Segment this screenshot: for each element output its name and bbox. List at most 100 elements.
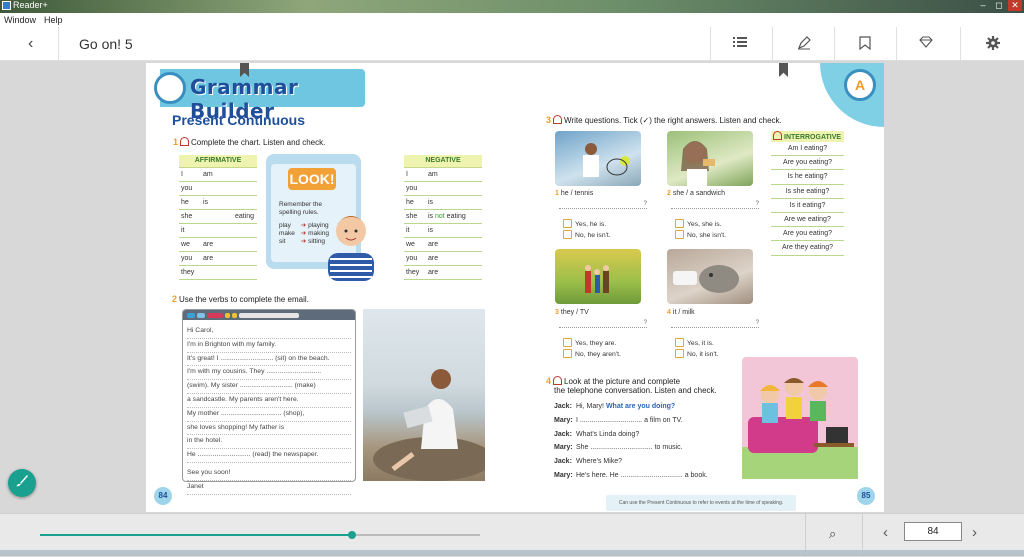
checkbox-yes[interactable]: Yes, she is.	[675, 219, 726, 230]
table-cell[interactable]: is	[201, 195, 233, 210]
checkbox-yes[interactable]: Yes, it is.	[675, 338, 719, 349]
back-button[interactable]: ‹	[28, 35, 33, 53]
table-cell[interactable]: is	[426, 195, 482, 210]
table-cell[interactable]: am	[201, 167, 233, 182]
close-button[interactable]: ✕	[1008, 0, 1022, 11]
table-row: we are	[404, 237, 482, 252]
next-page-button[interactable]: ›	[972, 524, 977, 541]
section-heading: Present Continuous	[172, 112, 306, 128]
table-cell[interactable]: are	[201, 251, 233, 266]
table-cell[interactable]	[426, 181, 482, 196]
table-cell[interactable]	[201, 223, 233, 238]
task-instruction: the telephone conversation. Listen and c…	[554, 386, 717, 395]
window-titlebar: Reader+ – ◻ ✕	[0, 0, 1024, 13]
checkbox-no[interactable]: No, he isn't.	[563, 230, 611, 241]
table-cell[interactable]	[233, 167, 257, 182]
menu-window[interactable]: Window	[4, 15, 36, 25]
table-cell[interactable]	[233, 237, 257, 252]
diamond-icon[interactable]	[918, 36, 934, 52]
restore-button[interactable]: ◻	[992, 0, 1006, 11]
interrogative-item: Is he eating?	[771, 170, 844, 185]
previous-page-button[interactable]: ‹	[883, 524, 888, 541]
table-cell[interactable]	[201, 209, 233, 224]
spelling-pairs: play ➜ playing make ➜ making sit ➜ sitting	[279, 222, 329, 246]
answer-line[interactable]: ?	[559, 201, 647, 209]
checkbox-no[interactable]: No, it isn't.	[675, 349, 719, 360]
picture-label-1: 1 he / tennis	[555, 190, 594, 197]
dialog-line: Mary: He's here. He .....................…	[554, 469, 708, 483]
headphones-icon[interactable]	[553, 115, 563, 124]
answer-line[interactable]: ?	[559, 320, 647, 328]
task-number: 2	[172, 294, 178, 304]
table-cell: he	[404, 195, 426, 210]
table-cell[interactable]: are	[426, 265, 482, 280]
phone-dialog: Jack: Hi, Mary! What are you doing? Mary: I…	[554, 400, 708, 483]
divider	[834, 27, 835, 61]
table-cell: I	[404, 167, 426, 182]
dialog-line: Mary: I ................................ …	[554, 414, 708, 428]
arrow-icon: ➜	[299, 238, 309, 245]
page-bookmark-icon[interactable]	[779, 63, 788, 77]
checkbox-no[interactable]: No, she isn't.	[675, 230, 726, 241]
menu-help[interactable]: Help	[44, 15, 63, 25]
minimize-button[interactable]: –	[976, 0, 990, 11]
task-instruction: Use the verbs to complete the email.	[179, 295, 309, 304]
email-line: He ............................ (read) t…	[187, 449, 351, 463]
answer-options-1: Yes, he is. No, he isn't.	[563, 219, 611, 241]
table-row: they	[179, 265, 257, 280]
gear-icon[interactable]	[985, 36, 1001, 52]
table-cell[interactable]	[201, 181, 233, 196]
table-cell[interactable]: are	[201, 237, 233, 252]
answer-line[interactable]: ?	[671, 320, 759, 328]
task-number: 4	[546, 376, 552, 386]
dialog-text: What's Linda doing?	[576, 430, 640, 438]
table-cell[interactable]	[233, 195, 257, 210]
ing-form: sitting	[308, 238, 326, 245]
table-cell[interactable]	[233, 265, 257, 280]
table-cell[interactable]: is	[426, 223, 482, 238]
kitten-photo	[667, 249, 753, 304]
table-cell[interactable]	[233, 251, 257, 266]
headphones-icon[interactable]	[553, 376, 563, 385]
table-row: we are	[179, 237, 257, 252]
dialog-text: She ................................ to …	[576, 444, 683, 452]
divider	[896, 27, 897, 61]
affirmative-table: AFFIRMATIVE Iam you he is she eating it we are yo…	[179, 155, 257, 280]
email-line: a sandcastle. My parents aren't here.	[187, 394, 351, 408]
table-cell[interactable]: eating	[233, 209, 257, 224]
table-cell[interactable]	[233, 181, 257, 196]
page-slider[interactable]	[40, 531, 480, 539]
headphones-icon[interactable]	[180, 137, 190, 146]
zoom-icon[interactable]: ⌕	[829, 526, 836, 542]
table-cell[interactable]: are	[426, 251, 482, 266]
answer-options-3: Yes, they are. No, they aren't.	[563, 338, 621, 360]
table-cell: they	[179, 265, 201, 280]
table-cell[interactable]: am	[426, 167, 482, 182]
task-4: 4 Look at the picture and complete the te…	[546, 376, 717, 395]
email-line: It's great! I ..........................…	[187, 353, 351, 367]
divider	[710, 27, 711, 61]
base-verb: play	[279, 222, 291, 229]
highlighter-icon[interactable]	[796, 36, 812, 52]
email-line: See you soon!	[187, 467, 351, 481]
base-verb: sit	[279, 238, 286, 245]
checkbox-no[interactable]: No, they aren't.	[563, 349, 621, 360]
headphones-icon[interactable]	[773, 131, 782, 140]
answer-line[interactable]: ?	[671, 201, 759, 209]
email-line: My mother ..............................…	[187, 408, 351, 422]
page-number-input[interactable]: 84	[904, 522, 962, 541]
list-icon[interactable]	[732, 36, 748, 52]
slider-handle[interactable]	[348, 531, 357, 539]
table-cell[interactable]: are	[426, 237, 482, 252]
table-header: INTERROGATIVE	[771, 131, 844, 142]
brush-icon[interactable]	[8, 469, 36, 497]
table-cell[interactable]	[201, 265, 233, 280]
task-number: 1	[173, 137, 179, 147]
table-cell[interactable]	[233, 223, 257, 238]
table-cell[interactable]: is not eating	[426, 209, 482, 224]
checkbox-yes[interactable]: Yes, he is.	[563, 219, 611, 230]
dialog-text: Where's Mike?	[576, 458, 623, 466]
reader-toolbar: ‹ Go on! 5	[0, 27, 1024, 61]
checkbox-yes[interactable]: Yes, they are.	[563, 338, 621, 349]
bookmark-icon[interactable]	[857, 36, 873, 52]
